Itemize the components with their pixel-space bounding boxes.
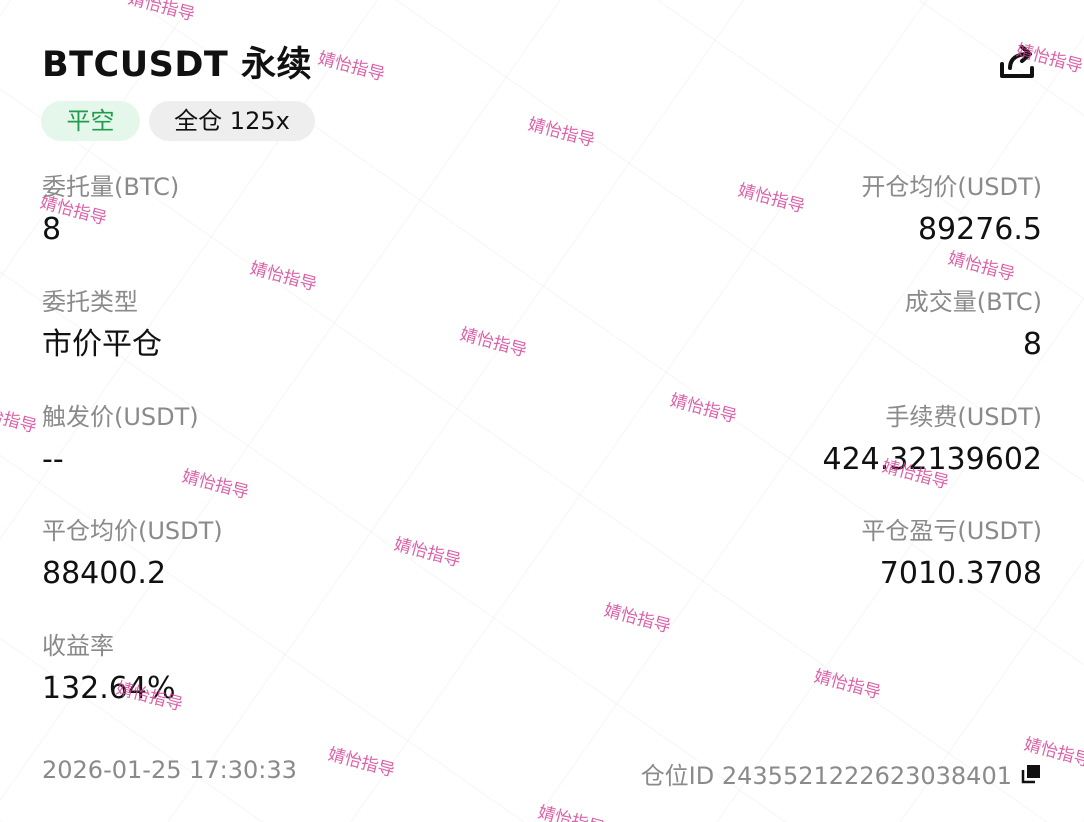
share-icon[interactable] [996,42,1040,82]
filled-qty-field: 成交量(BTC) 8 [905,287,1042,363]
watermark: 婧怡指导 [667,390,739,428]
roi-value: 132.64% [42,671,176,706]
watermark: 婧怡指导 [125,0,197,26]
fee-label: 手续费(USDT) [885,403,1042,431]
watermark: 婧怡指导 [945,248,1017,286]
roi-field: 收益率 132.64% [42,631,175,707]
watermark: 婧怡指导 [811,666,883,704]
close-pnl-value: 7010.3708 [879,556,1042,591]
watermark: 婧怡指导 [247,258,319,296]
open-avg-label: 开仓均价(USDT) [861,173,1042,201]
watermark: 婧怡指导 [325,744,397,782]
trigger-price-field: 触发价(USDT) -- [42,402,199,478]
watermark: 婧怡指导 [457,324,529,362]
order-qty-label: 委托量(BTC) [42,173,180,201]
close-avg-label: 平仓均价(USDT) [42,517,223,545]
fee-value: 424.32139602 [822,442,1043,477]
close-pnl-label: 平仓盈亏(USDT) [861,517,1042,545]
watermark: 婧怡指导 [535,802,607,822]
position-id-text: 仓位ID 2435521222623038401 [640,762,1012,790]
watermark: 婧怡指导 [601,600,673,638]
close-avg-field: 平仓均价(USDT) 88400.2 [42,516,223,592]
page-title: BTCUSDT 永续 [42,45,312,85]
order-qty-value: 8 [42,212,62,247]
side-badge: 平空 [41,101,140,141]
order-type-label: 委托类型 [42,288,138,316]
watermark: 婧怡指导 [0,400,39,438]
close-pnl-field: 平仓盈亏(USDT) 7010.3708 [861,516,1042,592]
filled-qty-value: 8 [1022,327,1042,362]
trigger-price-value: -- [42,442,64,477]
position-id: 仓位ID 2435521222623038401 [641,756,1042,791]
fee-field: 手续费(USDT) 424.32139602 [823,402,1043,478]
margin-mode-badge: 全仓 125x [149,101,315,141]
timestamp: 2026-01-25 17:30:33 [42,756,297,784]
trigger-price-label: 触发价(USDT) [42,403,199,431]
order-type-field: 委托类型 市价平仓 [42,287,162,363]
filled-qty-label: 成交量(BTC) [904,288,1042,316]
close-avg-value: 88400.2 [42,556,167,591]
watermark: 婧怡指导 [735,180,807,218]
open-avg-field: 开仓均价(USDT) 89276.5 [861,172,1042,248]
watermark: 婧怡指导 [525,114,597,152]
roi-label: 收益率 [42,632,114,660]
copy-icon[interactable] [1020,763,1042,785]
order-type-value: 市价平仓 [42,327,162,362]
order-qty-field: 委托量(BTC) 8 [42,172,179,248]
watermark: 婧怡指导 [391,534,463,572]
watermark: 婧怡指导 [315,48,387,86]
open-avg-value: 89276.5 [917,212,1042,247]
